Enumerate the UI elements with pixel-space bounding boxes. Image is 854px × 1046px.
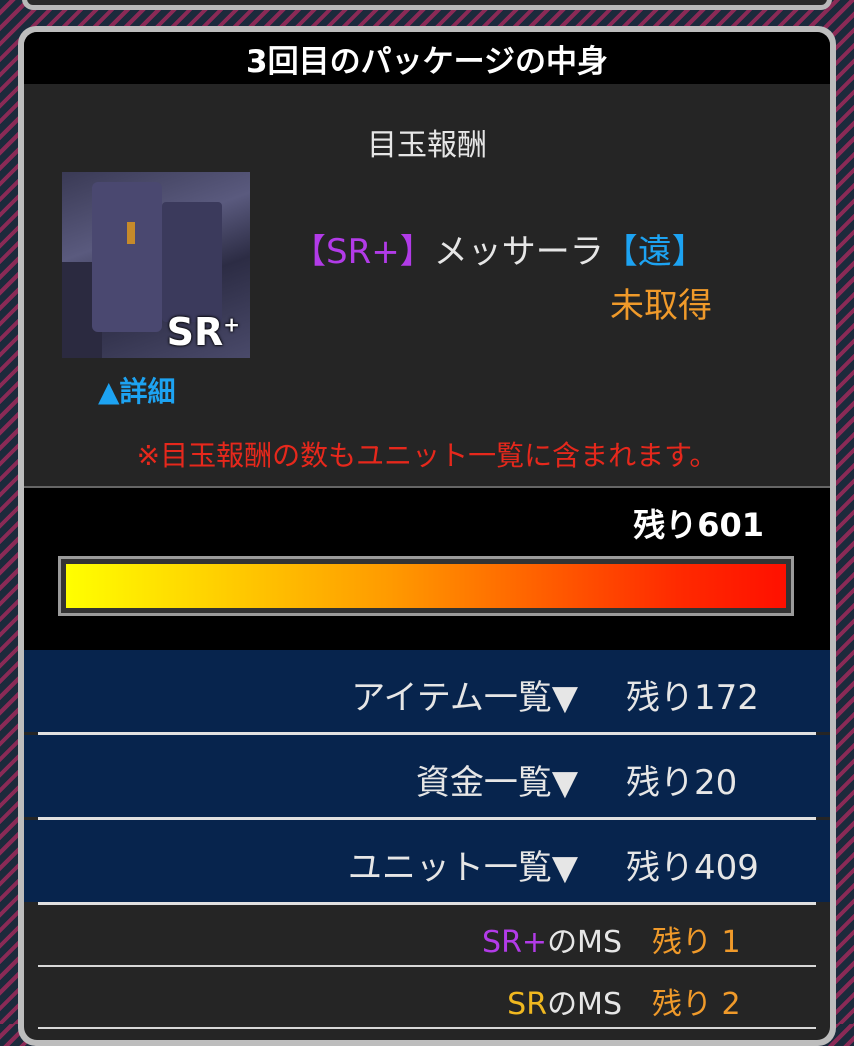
thumbnail-rarity-badge: SR+	[166, 310, 240, 354]
list-label: 資金一覧▼	[415, 763, 578, 803]
mecha-art-part	[162, 202, 222, 322]
remaining-summary: 残り601	[24, 486, 830, 650]
unit-breakdown-row: SR+のMS 残り 1	[24, 905, 830, 965]
list-count: 残り172	[626, 678, 759, 718]
list-count: 残り409	[626, 848, 759, 888]
unit-name: メッサーラ	[433, 232, 604, 272]
detail-link[interactable]: ▲詳細	[98, 370, 176, 410]
featured-unit-name: 【SR+】メッサーラ【遠】	[292, 224, 706, 273]
list-label: ユニット一覧▼	[347, 848, 578, 888]
mecha-art-part	[92, 182, 162, 332]
breakdown-suffix: のMS	[547, 987, 622, 1022]
unit-rarity-tag: 【SR+】	[292, 232, 434, 272]
breakdown-count: 残り 2	[652, 987, 741, 1022]
breakdown-suffix: のMS	[547, 925, 622, 960]
remaining-total: 残り601	[633, 506, 764, 544]
unit-list-toggle[interactable]: ユニット一覧▼ 残り409	[24, 820, 830, 902]
remaining-progress-bar	[58, 556, 794, 616]
progress-fill	[66, 564, 786, 608]
acquisition-status: 未取得	[610, 286, 712, 326]
funds-list-toggle[interactable]: 資金一覧▼ 残り20	[24, 735, 830, 817]
unit-thumbnail[interactable]: SR+	[62, 172, 250, 358]
featured-reward-heading: 目玉報酬	[367, 128, 487, 163]
package-contents-panel: 3回目のパッケージの中身 目玉報酬 SR+ 【SR+】メッサーラ【遠】 未取得 …	[18, 26, 836, 1046]
breakdown-label: SRのMS	[507, 979, 622, 1023]
breakdown-label: SR+のMS	[482, 917, 622, 961]
list-count: 残り20	[626, 763, 738, 803]
unit-range-tag: 【遠】	[603, 232, 706, 272]
panel-body: 3回目のパッケージの中身 目玉報酬 SR+ 【SR+】メッサーラ【遠】 未取得 …	[24, 32, 830, 1040]
row-divider	[38, 1027, 816, 1029]
list-label: アイテム一覧▼	[351, 678, 578, 718]
mecha-art-part	[127, 222, 135, 244]
panel-title: 3回目のパッケージの中身	[24, 32, 830, 84]
breakdown-rarity: SR	[507, 987, 548, 1022]
unit-breakdown-row: SRのMS 残り 2	[24, 967, 830, 1027]
breakdown-rarity: SR+	[482, 925, 548, 960]
item-list-toggle[interactable]: アイテム一覧▼ 残り172	[24, 650, 830, 732]
breakdown-count: 残り 1	[652, 925, 741, 960]
featured-note: ※目玉報酬の数もユニット一覧に含まれます。	[136, 439, 718, 472]
previous-panel-edge	[22, 0, 832, 10]
